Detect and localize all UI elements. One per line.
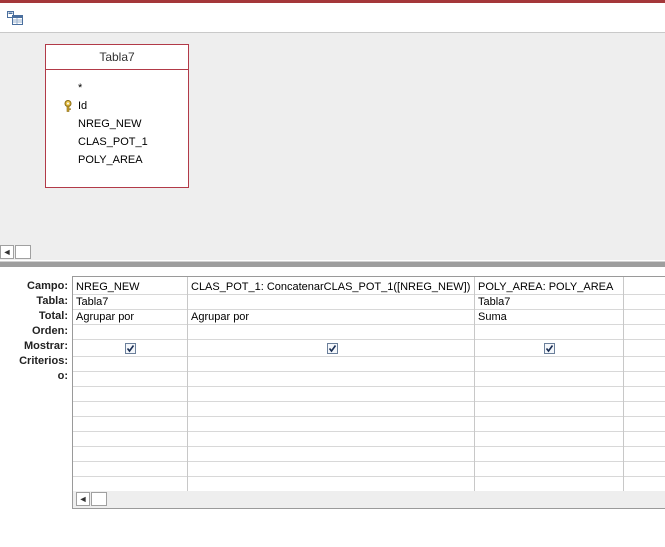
col3-campo[interactable]: POLY_AREA: POLY_AREA — [478, 281, 613, 293]
grid-row-divider — [73, 431, 665, 432]
title-accent-line — [0, 0, 665, 3]
row-label-total: Total: — [38, 310, 68, 322]
checkmark-icon — [545, 345, 554, 353]
row-label-tabla: Tabla: — [36, 295, 68, 307]
grid-row-divider — [73, 476, 665, 477]
col2-mostrar-checkbox[interactable] — [327, 343, 338, 354]
grid-column-divider — [623, 277, 624, 491]
primary-key-icon — [64, 100, 72, 112]
table-title[interactable]: Tabla7 — [46, 45, 188, 70]
grid-row-divider — [73, 401, 665, 402]
grid-row-divider — [73, 386, 665, 387]
table-field-list[interactable]: Tabla7 * Id NREG_NEW CLAS_POT_1 POLY_ARE… — [45, 44, 189, 188]
query-design-grid[interactable]: NREG_NEW Tabla7 Agrupar por CLAS_POT_1: … — [72, 276, 665, 509]
col3-mostrar-checkbox[interactable] — [544, 343, 555, 354]
grid-column-divider — [187, 277, 188, 491]
grid-row-divider — [73, 461, 665, 462]
checkmark-icon — [126, 345, 135, 353]
grid-scroll-thumb[interactable] — [91, 492, 107, 506]
grid-row-divider — [73, 416, 665, 417]
col3-total[interactable]: Suma — [478, 311, 507, 323]
table-pane[interactable]: Tabla7 * Id NREG_NEW CLAS_POT_1 POLY_ARE… — [0, 33, 665, 244]
field-all[interactable]: * — [78, 82, 82, 94]
scroll-left-button[interactable]: ◄ — [0, 245, 14, 259]
col3-tabla[interactable]: Tabla7 — [478, 296, 510, 308]
row-label-campo: Campo: — [27, 280, 68, 292]
row-label-orden: Orden: — [31, 325, 68, 337]
field-nreg-new[interactable]: NREG_NEW — [78, 118, 142, 130]
table-pane-scrollbar[interactable]: ◄ — [0, 244, 665, 260]
checkmark-icon — [328, 345, 337, 353]
col2-total[interactable]: Agrupar por — [191, 311, 249, 323]
field-clas-pot-1[interactable]: CLAS_POT_1 — [78, 136, 148, 148]
grid-row-divider — [73, 356, 665, 357]
col1-total[interactable]: Agrupar por — [76, 311, 134, 323]
field-id[interactable]: Id — [78, 100, 87, 112]
row-label-mostrar: Mostrar: — [23, 340, 68, 352]
grid-row-divider — [73, 446, 665, 447]
grid-row-divider — [73, 309, 665, 310]
col1-tabla[interactable]: Tabla7 — [76, 296, 108, 308]
col1-mostrar-checkbox[interactable] — [125, 343, 136, 354]
query-design-icon[interactable] — [7, 11, 23, 25]
grid-scrollbar[interactable]: ◄ — [73, 491, 665, 508]
query-design-titlebar — [0, 0, 665, 33]
col1-campo[interactable]: NREG_NEW — [76, 281, 140, 293]
field-poly-area[interactable]: POLY_AREA — [78, 154, 143, 166]
pane-splitter[interactable] — [0, 261, 665, 267]
grid-column-divider — [474, 277, 475, 491]
grid-row-divider — [73, 324, 665, 325]
grid-row-divider — [73, 339, 665, 340]
scroll-thumb[interactable] — [15, 245, 31, 259]
grid-scroll-left-button[interactable]: ◄ — [76, 492, 90, 506]
row-label-criterios: Criterios: — [19, 355, 68, 367]
grid-row-divider — [73, 294, 665, 295]
row-label-o: o: — [57, 370, 68, 382]
grid-row-divider — [73, 371, 665, 372]
col2-campo[interactable]: CLAS_POT_1: ConcatenarCLAS_POT_1([NREG_N… — [191, 281, 470, 293]
